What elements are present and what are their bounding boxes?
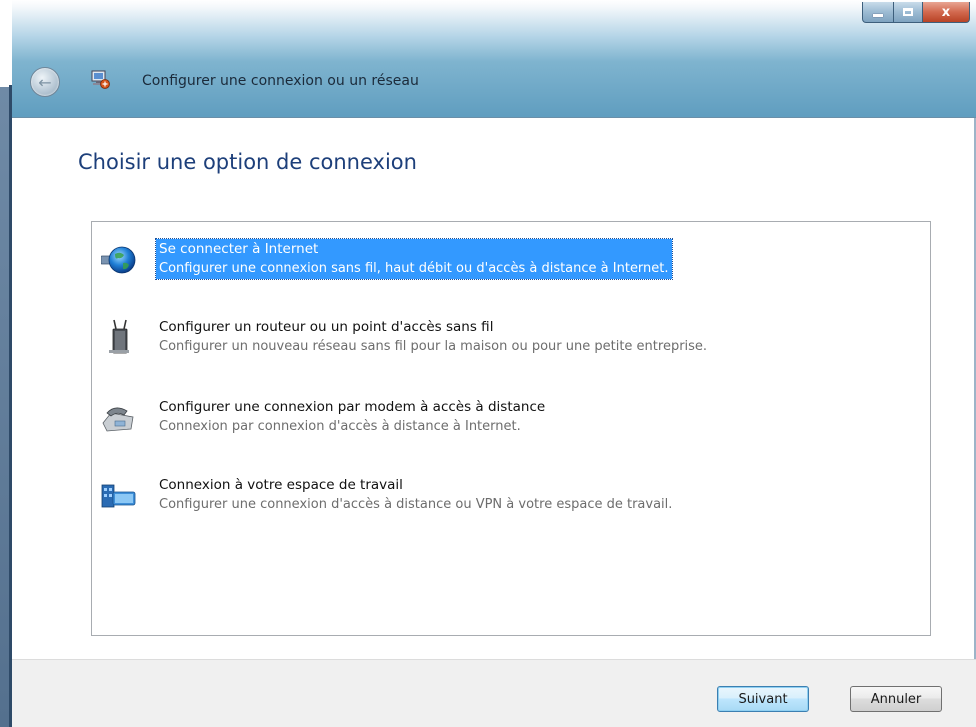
maximize-button[interactable]: [894, 2, 923, 23]
option-description: Connexion par connexion d'accès à distan…: [159, 419, 521, 434]
back-arrow-icon: ←: [38, 72, 52, 92]
option-internet-text: Se connecter à Internet Configurer une c…: [155, 238, 673, 280]
back-button[interactable]: ←: [30, 67, 60, 97]
window-title: Configurer une connexion ou un réseau: [142, 73, 419, 89]
close-button[interactable]: x: [923, 2, 970, 23]
window-titlebar: x ← Configurer une connexion ou un résea…: [12, 0, 976, 118]
next-button[interactable]: Suivant: [717, 686, 809, 712]
connection-options-list: Se connecter à Internet Configurer une c…: [91, 221, 931, 636]
option-title: Connexion à votre espace de travail: [159, 477, 403, 493]
option-workplace[interactable]: Connexion à votre espace de travail Conf…: [101, 475, 921, 519]
window-controls: x: [862, 2, 970, 23]
content-area: Choisir une option de connexion Se conne…: [12, 118, 976, 659]
maximize-icon: [903, 8, 913, 16]
globe-network-icon: [101, 246, 136, 274]
option-description: Configurer une connexion sans fil, haut …: [159, 261, 669, 276]
wizard-footer: Suivant Annuler: [12, 659, 976, 727]
workplace-vpn-icon: [101, 484, 136, 508]
option-description: Configurer une connexion d'accès à dista…: [159, 497, 673, 512]
option-wireless-router[interactable]: Configurer un routeur ou un point d'accè…: [101, 317, 921, 361]
option-workplace-text: Connexion à votre espace de travail Conf…: [156, 475, 675, 515]
desktop-edge: [0, 0, 12, 727]
option-title: Se connecter à Internet: [159, 241, 319, 257]
close-icon: x: [941, 4, 951, 20]
option-internet[interactable]: Se connecter à Internet Configurer une c…: [101, 238, 921, 283]
option-router-text: Configurer un routeur ou un point d'accè…: [156, 317, 710, 357]
option-title: Configurer un routeur ou un point d'accè…: [159, 319, 494, 335]
page-heading: Choisir une option de connexion: [78, 150, 417, 174]
minimize-icon: [873, 13, 883, 17]
cancel-button[interactable]: Annuler: [850, 686, 942, 712]
network-wizard-icon: [91, 70, 110, 89]
option-modem-text: Configurer une connexion par modem à acc…: [156, 397, 548, 437]
wireless-router-icon: [109, 319, 129, 354]
option-description: Configurer un nouveau réseau sans fil po…: [159, 339, 708, 354]
minimize-button[interactable]: [862, 2, 894, 23]
option-dialup-modem[interactable]: Configurer une connexion par modem à acc…: [101, 397, 921, 441]
dialup-modem-icon: [102, 407, 134, 432]
option-title: Configurer une connexion par modem à acc…: [159, 399, 546, 415]
